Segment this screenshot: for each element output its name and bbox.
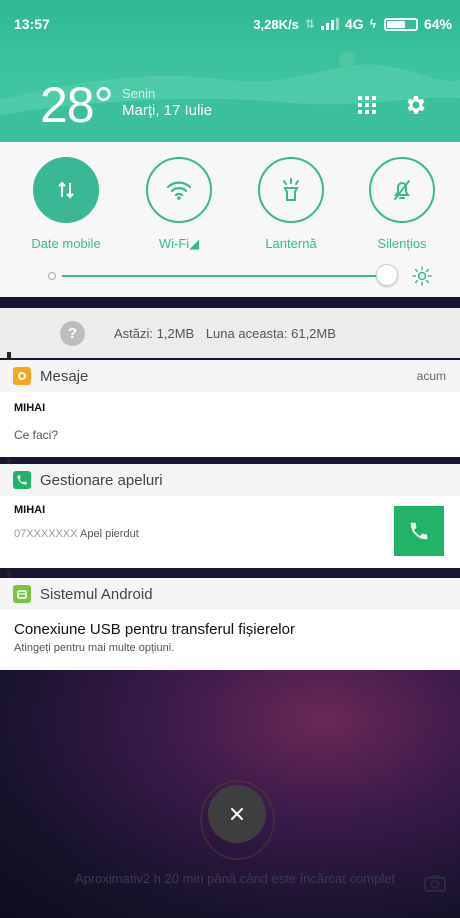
data-usage-bar[interactable]: ? Astăzi: 1,2MB Luna aceasta: 61,2MB (0, 308, 460, 358)
notification-android-system[interactable]: Sistemul Android Conexiune USB pentru tr… (0, 578, 460, 670)
android-icon (13, 585, 31, 603)
clear-all-button[interactable] (208, 785, 266, 843)
divider-marker (7, 570, 11, 578)
toggle-mobile-data[interactable]: Date mobile (16, 157, 116, 251)
notification-messages[interactable]: Mesaje acum MIHAI Ce faci? (0, 360, 460, 457)
toggle-circle[interactable] (146, 157, 212, 223)
notification-header: Mesaje acum (0, 360, 460, 392)
phone-app-icon (13, 471, 31, 489)
clock: 13:57 (14, 16, 50, 32)
wifi-icon (166, 181, 192, 200)
toggle-flashlight[interactable]: Lanternă (241, 157, 341, 251)
network-type: 4G (344, 16, 364, 32)
bell-off-icon (394, 180, 410, 200)
toggle-circle[interactable] (258, 157, 324, 223)
notification-time: acum (416, 369, 446, 383)
brightness-slider[interactable] (48, 264, 432, 288)
quick-settings-panel: Date mobile Wi-Fi◢ Lanternă Silențios (0, 142, 460, 297)
phone-icon (410, 522, 428, 540)
toggle-label: Silențios (377, 236, 427, 251)
brightness-thumb[interactable] (376, 264, 398, 286)
battery-icon (383, 17, 418, 31)
call-back-button[interactable] (394, 506, 444, 556)
toggle-circle[interactable] (33, 157, 99, 223)
toggle-label: Lanternă (265, 236, 317, 251)
data-usage-text: Astăzi: 1,2MB Luna aceasta: 61,2MB (114, 326, 344, 341)
data-today: Astăzi: 1,2MB (114, 326, 195, 341)
mobile-data-icon (58, 181, 74, 199)
help-icon[interactable]: ? (60, 321, 85, 346)
toggle-silent[interactable]: Silențios (352, 157, 452, 251)
gear-icon[interactable] (403, 93, 427, 117)
notification-text: Ce faci? (14, 428, 59, 442)
toggle-label: Date mobile (31, 236, 101, 251)
data-arrows-icon: ⇅ (304, 17, 315, 31)
notification-header: Sistemul Android (0, 578, 460, 610)
charging-bolt-icon: ϟ (369, 17, 376, 31)
camera-icon[interactable] (424, 874, 446, 892)
charging-status: Aproximativ2 h 20 min până când este înc… (74, 871, 396, 886)
notification-header: 13:57 3,28K/s ⇅ 4G ϟ 64% 28° Senin Marți… (0, 0, 460, 142)
notification-title: MIHAI (14, 402, 46, 414)
close-icon (231, 808, 243, 820)
toggle-label: Wi-Fi◢ (158, 236, 200, 251)
date[interactable]: Marți, 17 Iulie (122, 102, 212, 119)
brightness-track[interactable] (62, 275, 386, 277)
battery-percent: 64% (423, 16, 452, 32)
notification-text: Atingeți pentru mai multe opțiuni. (14, 642, 175, 654)
toggle-circle[interactable] (369, 157, 435, 223)
signal-icon (320, 18, 339, 30)
lockscreen-background: Aproximativ2 h 20 min până când este înc… (0, 670, 460, 918)
day-name: Senin (122, 86, 156, 101)
sun-icon (412, 266, 432, 286)
caller-number: 07XXXXXXX (14, 528, 78, 540)
notification-title: MIHAI (14, 504, 46, 516)
app-name: Sistemul Android (40, 586, 153, 603)
app-name: Gestionare apeluri (40, 472, 163, 489)
flashlight-icon (283, 178, 299, 201)
temperature[interactable]: 28° (40, 76, 114, 134)
notification-header: Gestionare apeluri (0, 464, 460, 496)
grid-icon[interactable] (356, 94, 378, 116)
missed-call-text: Apel pierdut (80, 528, 139, 540)
divider-marker (7, 352, 11, 360)
data-month: Luna aceasta: 61,2MB (205, 326, 336, 341)
app-name: Mesaje (40, 368, 89, 385)
messages-icon (13, 367, 31, 385)
notification-text: 07XXXXXXX Apel pierdut (14, 528, 139, 540)
brightness-min-icon (48, 272, 56, 280)
notification-title: Conexiune USB pentru transferul fișierel… (14, 621, 295, 638)
toggle-wifi[interactable]: Wi-Fi◢ (129, 157, 229, 252)
network-speed: 3,28K/s (253, 16, 299, 32)
status-bar: 13:57 3,28K/s ⇅ 4G ϟ 64% (0, 0, 460, 44)
notification-call-manager[interactable]: Gestionare apeluri MIHAI 07XXXXXXX Apel … (0, 464, 460, 568)
